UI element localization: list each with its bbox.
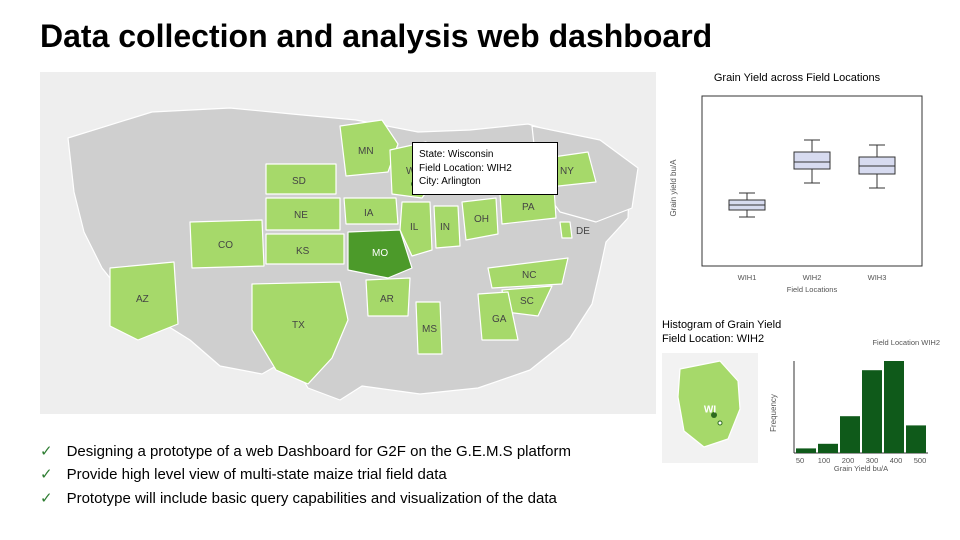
- state-co[interactable]: [190, 220, 264, 268]
- hist-ylabel: Frequency: [769, 394, 778, 432]
- bullet-text-0: Designing a prototype of a web Dashboard…: [67, 440, 571, 463]
- tooltip-state: State: Wisconsin: [419, 148, 551, 162]
- tooltip-field: Field Location: WIH2: [419, 162, 551, 176]
- wi-thumb-marker: [711, 412, 717, 418]
- bullet-0: ✓ Designing a prototype of a web Dashboa…: [40, 440, 800, 463]
- hist-xtick-4: 400: [890, 456, 903, 465]
- state-mo[interactable]: [348, 230, 412, 278]
- bullet-text-2: Prototype will include basic query capab…: [67, 487, 557, 510]
- boxplot-ylabel: Grain yield bu/A: [669, 159, 678, 217]
- hist-bar-2: [840, 416, 860, 453]
- boxplot-panel: Grain Yield across Field Locations Grain…: [662, 72, 932, 304]
- us-map[interactable]: AZ CO NE KS SD MN IA WI I: [40, 72, 656, 414]
- us-map-svg: AZ CO NE KS SD MN IA WI I: [40, 72, 656, 414]
- check-icon: ✓: [40, 463, 53, 486]
- box-wih2: [794, 140, 830, 183]
- boxplot-svg: Grain yield bu/A Field Locations WIH1 WI…: [662, 88, 932, 298]
- check-icon: ✓: [40, 487, 53, 510]
- hist-bar-4: [884, 361, 904, 453]
- box-wih3: [859, 145, 895, 188]
- hist-bar-3: [862, 370, 882, 453]
- wi-shape: [678, 361, 740, 447]
- hist-bar-5: [906, 425, 926, 453]
- hist-bar-1: [818, 443, 838, 452]
- wi-thumb-marker-2: [718, 421, 722, 425]
- state-ia[interactable]: [344, 198, 398, 224]
- slide: Data collection and analysis web dashboa…: [0, 0, 960, 540]
- hist-xtick-5: 500: [914, 456, 927, 465]
- hist-xtick-2: 200: [842, 456, 855, 465]
- state-ar[interactable]: [366, 278, 410, 316]
- hist-xlabel: Grain Yield bu/A: [834, 464, 888, 473]
- bullet-text-1: Provide high level view of multi-state m…: [67, 463, 447, 486]
- box-wih1: [729, 193, 765, 217]
- bullet-1: ✓ Provide high level view of multi-state…: [40, 463, 800, 486]
- state-az[interactable]: [110, 262, 178, 340]
- bullet-list: ✓ Designing a prototype of a web Dashboa…: [40, 440, 800, 510]
- boxplot-title: Grain Yield across Field Locations: [662, 72, 932, 84]
- boxplot-xtick-1: WIH2: [803, 273, 822, 282]
- check-icon: ✓: [40, 440, 53, 463]
- map-tooltip: State: Wisconsin Field Location: WIH2 Ci…: [412, 142, 558, 195]
- hist-xtick-3: 300: [866, 456, 879, 465]
- histogram-subcaption: Field Location WIH2: [872, 338, 940, 347]
- state-ne[interactable]: [266, 198, 340, 230]
- state-sd[interactable]: [266, 164, 336, 194]
- hist-xtick-1: 100: [818, 456, 831, 465]
- histogram-title-2: Field Location: WIH2: [662, 332, 781, 346]
- histogram-title-1: Histogram of Grain Yield: [662, 318, 781, 332]
- state-ms[interactable]: [416, 302, 442, 354]
- state-ks[interactable]: [266, 234, 344, 264]
- boxplot-xlabel: Field Locations: [787, 285, 838, 294]
- page-title: Data collection and analysis web dashboa…: [40, 18, 712, 55]
- state-de[interactable]: [560, 222, 572, 238]
- bullet-2: ✓ Prototype will include basic query cap…: [40, 487, 800, 510]
- boxplot-xtick-2: WIH3: [868, 273, 887, 282]
- state-oh[interactable]: [462, 198, 498, 240]
- state-in[interactable]: [434, 206, 460, 248]
- boxplot-xtick-0: WIH1: [738, 273, 757, 282]
- tooltip-city: City: Arlington: [419, 175, 551, 189]
